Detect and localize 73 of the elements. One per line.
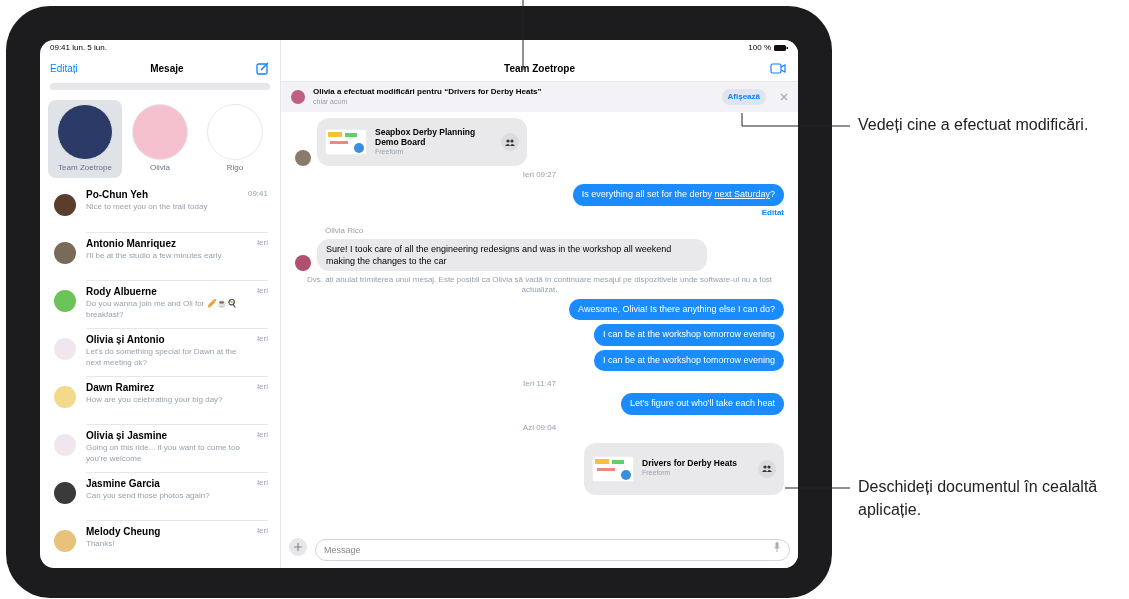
video-call-button[interactable] <box>770 63 786 74</box>
search-field[interactable] <box>50 83 270 90</box>
callout-text: Deschideți documentul în cealaltă aplicație. <box>858 477 1099 520</box>
conversation-row[interactable]: Olivia și Antonio Ieri Let's do something special for Dawn at the next meeting ok? <box>40 328 280 376</box>
contact-name: Po-Chun Yeh <box>86 188 149 201</box>
message-preview: Let's do something special for Dawn at the next meeting ok? <box>86 346 238 368</box>
banner-message: Olivia a efectuat modificări pentru “Drivers for Derby Heats” <box>313 86 543 97</box>
pinned-conversation[interactable]: Team Zoetrope <box>48 100 122 178</box>
contact-name: Olivia și Antonio <box>86 333 165 346</box>
message-time: Ieri <box>256 333 268 345</box>
message-preview: How are you celebrating your big day? <box>86 394 224 405</box>
contact-name: Antonio Manriquez <box>86 237 176 250</box>
contact-name: Dawn Ramirez <box>86 381 155 394</box>
document-title: Seapbox Derby Planning Demo Board <box>375 126 477 147</box>
timestamp: Azi 09:04 <box>522 421 557 434</box>
conversation-row[interactable]: Po-Chun Yeh 09:41 Nice to meet you on the trail today <box>40 184 280 232</box>
battery-icon <box>774 45 788 51</box>
board-thumbnail-icon <box>325 129 367 155</box>
contact-name: Melody Cheung <box>86 525 161 538</box>
sender-name: Olivia Rico <box>325 224 365 237</box>
sent-message-bubble: Awesome, Olivia! Is there anything else I can do? <box>569 298 784 320</box>
timestamp: Ieri 11:47 <box>523 378 556 390</box>
message-time: Ieri <box>256 285 268 297</box>
message-preview: I'll be at the studio a few minutes early <box>86 250 223 261</box>
sidebar-title: Mesaje <box>150 61 184 76</box>
pinned-conversation[interactable]: Olivia <box>123 100 197 178</box>
status-time: 09:41 lun. 5 iun. <box>50 41 107 54</box>
edit-button[interactable]: Editați <box>50 60 78 76</box>
people-icon <box>762 465 772 472</box>
sent-message-bubble: I can be at the workshop tomorrow evening <box>593 324 784 346</box>
document-title: Drivers for Derby Heats <box>642 458 738 469</box>
message-time: Ieri <box>256 429 268 441</box>
message-preview: Can you send those photos again? <box>86 490 211 501</box>
conversation-row[interactable]: Rody Albuerne Ieri Do you wanna join me and Oli for 🥖☕🍳 breakfast? <box>40 280 280 328</box>
plus-button[interactable] <box>289 538 307 556</box>
contact-name: Jasmine Garcia <box>86 477 160 490</box>
callout-text: Vedeți cine a efectuat modificări. <box>858 115 1090 135</box>
message-preview: Do you wanna join me and Oli for 🥖☕🍳 breakfast? <box>86 298 238 320</box>
pinned-conversation[interactable]: Rigo <box>198 100 272 178</box>
board-thumbnail-icon <box>592 455 634 482</box>
message-preview: Nice to meet you on the trail today <box>86 201 209 212</box>
timestamp: Ieri 09:27 <box>522 169 557 181</box>
message-preview: Thanks! <box>86 538 116 549</box>
compose-button[interactable] <box>256 61 270 76</box>
message-time: Ieri <box>256 525 268 537</box>
battery-level: 100 % <box>748 42 771 54</box>
conversation-row[interactable]: Olivia și Jasmine Ieri Going on this ride... if you want to come too you're welcome <box>40 424 280 472</box>
contact-name: Rody Albuerne <box>86 285 157 298</box>
people-icon <box>505 138 515 146</box>
close-button[interactable] <box>780 93 788 101</box>
received-message-bubble: Sure! I took care of all the engineering redesigns and was in the workshop all weekend making the changes to the car <box>317 238 707 271</box>
message-field[interactable]: Message <box>315 539 790 561</box>
contact-name: Olivia și Jasmine <box>86 429 168 442</box>
conversation-title[interactable]: Team Zoetrope <box>504 61 575 76</box>
conversation-row[interactable]: Antonio Manriquez Ieri I'll be at the studio a few minutes early <box>40 232 280 280</box>
message-preview: Going on this ride... if you want to come too you're welcome <box>86 442 241 464</box>
microphone-icon <box>774 542 780 552</box>
message-time: Ieri <box>256 477 268 489</box>
plus-icon <box>294 543 302 551</box>
conversation-row[interactable]: Jasmine Garcia Ieri Can you send those photos again? <box>40 472 280 520</box>
edited-label: Editat <box>761 206 784 219</box>
video-camera-icon <box>770 63 786 74</box>
unsend-notice: Dvs. ați anulat trimiterea unui mesaj. Este posibil ca Olivia să vadă în continuare mesajul pe dispozitivele unde software-ul nu a fost actualizat. <box>305 274 774 295</box>
close-icon <box>780 93 788 101</box>
sent-message-bubble: Let's figure out who'll take each heat <box>620 393 784 415</box>
conversation-row[interactable]: Melody Cheung Ieri Thanks! <box>40 520 280 568</box>
message-time: 09:41 <box>247 188 268 200</box>
message-time: Ieri <box>256 237 268 249</box>
sent-message-bubble: Is everything all set for the derby next Saturday? <box>572 184 784 206</box>
conversation-row[interactable]: Dawn Ramirez Ieri How are you celebrating your big day? <box>40 376 280 424</box>
sent-message-bubble: I can be at the workshop tomorrow evening <box>593 349 784 371</box>
compose-icon <box>256 61 270 76</box>
message-time: Ieri <box>256 381 268 393</box>
